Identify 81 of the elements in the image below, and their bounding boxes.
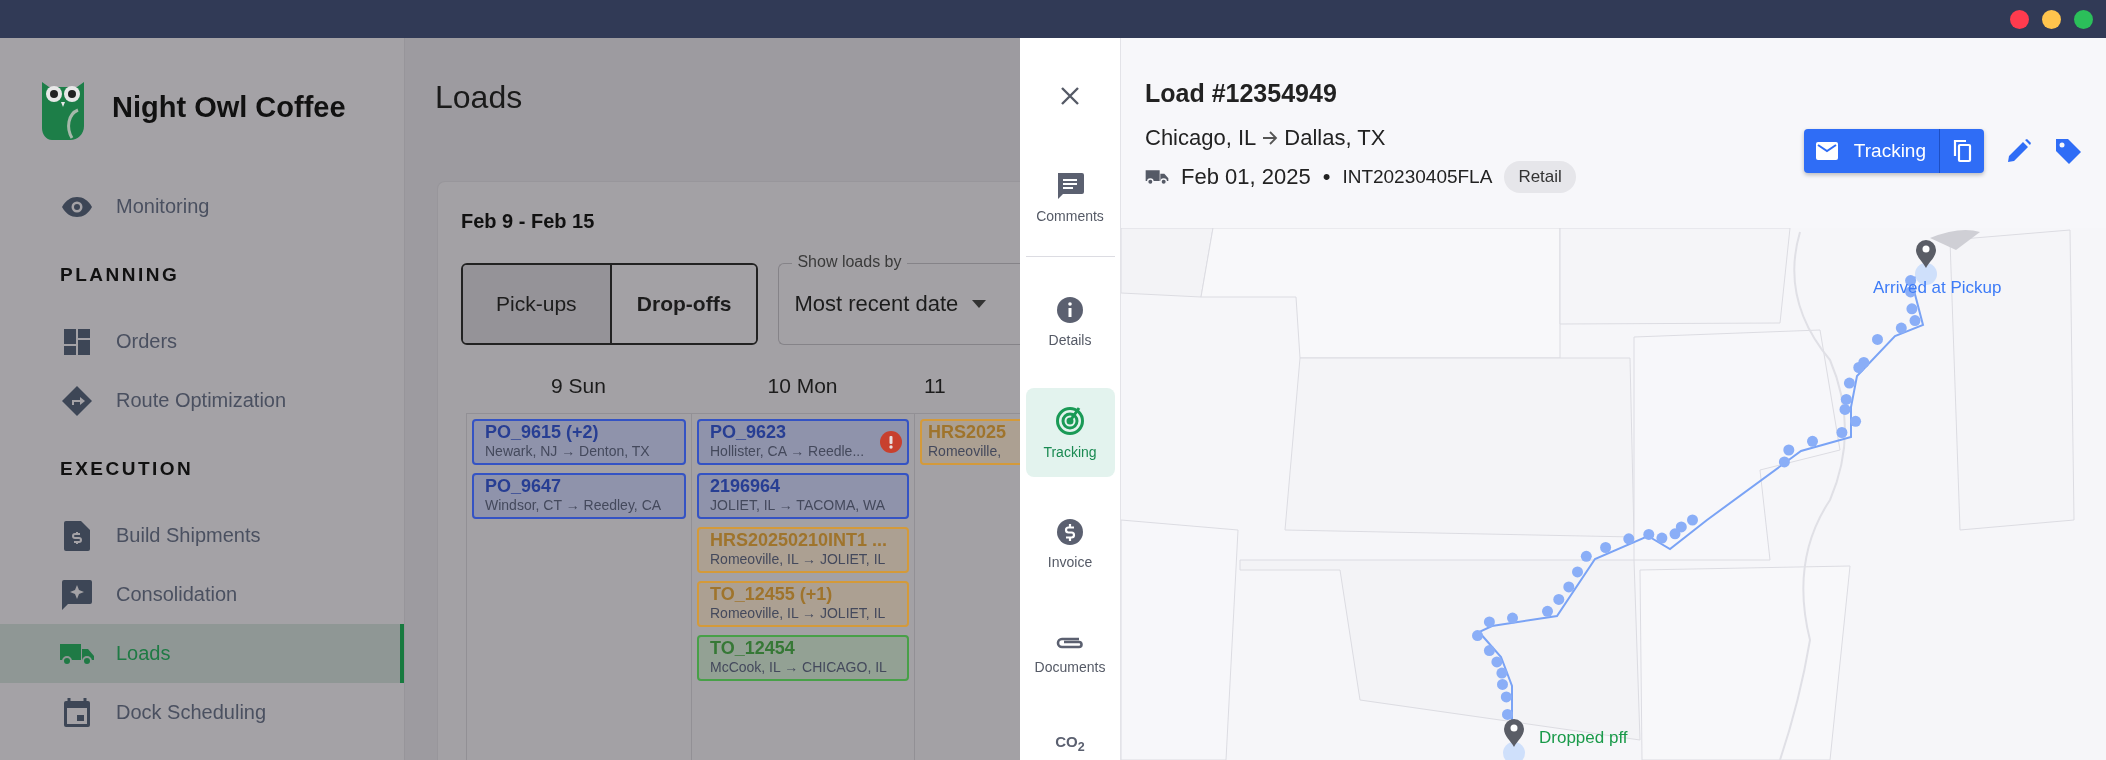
load-id: 2196964 bbox=[710, 476, 782, 497]
brand-name: Night Owl Coffee bbox=[112, 91, 346, 124]
load-id: PO_9615 (+2) bbox=[485, 422, 600, 443]
dashboard-icon bbox=[63, 327, 91, 356]
load-card[interactable]: PO_9615 (+2) Newark, NJ → Denton, TX bbox=[472, 419, 686, 465]
dollar-icon bbox=[1056, 517, 1084, 546]
nav-link[interactable]: Consolidation bbox=[116, 583, 238, 606]
day-header: 11 bbox=[923, 374, 947, 398]
rail-tab[interactable]: Comments bbox=[1025, 153, 1115, 242]
truck-icon bbox=[1145, 169, 1169, 185]
select-value: Most recent date bbox=[794, 291, 959, 317]
load-route: Romeoville, IL → JOLIET, IL bbox=[710, 551, 887, 568]
mail-icon bbox=[1815, 142, 1838, 160]
load-route: Newark, NJ → Denton, TX bbox=[485, 443, 651, 460]
load-card[interactable]: HRS2025 Romeoville, bbox=[920, 419, 1020, 465]
load-id: TO_12455 (+1) bbox=[710, 584, 834, 605]
tracking-button[interactable]: Tracking bbox=[1803, 129, 1940, 173]
date-range: Feb 9 - Feb 15 bbox=[461, 210, 596, 233]
nav-link[interactable]: Dock Scheduling bbox=[116, 701, 267, 724]
tag-icon bbox=[2054, 137, 2082, 165]
separator-dot: • bbox=[1322, 164, 1331, 190]
destination: Dallas, TX bbox=[1284, 125, 1386, 151]
pencil-icon bbox=[2006, 138, 2032, 164]
tag-chip: Retail bbox=[1504, 161, 1576, 193]
page-title: Loads bbox=[435, 78, 524, 116]
load-card[interactable]: HRS20250210INT1 ... Romeoville, IL → JOLIET, IL bbox=[697, 527, 909, 573]
comment-icon bbox=[1056, 171, 1084, 200]
section-heading: PLANNING bbox=[59, 263, 181, 287]
load-card[interactable]: 2196964 JOLIET, IL → TACOMA, WA bbox=[697, 473, 909, 519]
copy-icon bbox=[1952, 139, 1972, 163]
info-icon bbox=[1056, 295, 1084, 324]
load-route: Romeoville, bbox=[928, 443, 1003, 460]
load-title: Load #12354949 bbox=[1145, 78, 1338, 109]
day-header: 9 Sun bbox=[550, 374, 607, 398]
load-route: Windsor, CT → Reedley, CA bbox=[485, 497, 663, 514]
arrow-icon bbox=[1262, 131, 1279, 145]
rail-tab[interactable]: Details bbox=[1025, 277, 1115, 366]
origin: Chicago, IL bbox=[1145, 125, 1257, 151]
load-card[interactable]: PO_9623 Hollister, CA → Reedle... bbox=[697, 419, 909, 465]
tracking-icon bbox=[1055, 405, 1085, 436]
load-route: JOLIET, IL → TACOMA, WA bbox=[710, 497, 887, 514]
reference-number: INT20230405FLA bbox=[1342, 166, 1493, 188]
window-control-button[interactable] bbox=[2042, 9, 2061, 29]
toggle-button[interactable]: Drop-offs bbox=[609, 265, 757, 343]
load-id: PO_9623 bbox=[710, 422, 788, 443]
select-label: Show loads by bbox=[792, 252, 907, 272]
invoice-icon bbox=[64, 520, 90, 551]
load-id: PO_9647 bbox=[485, 476, 563, 497]
window-control-button[interactable] bbox=[2010, 9, 2029, 29]
tag-button[interactable] bbox=[2054, 137, 2082, 165]
edit-button[interactable] bbox=[2006, 138, 2032, 164]
nav-link[interactable]: Monitoring bbox=[116, 195, 210, 218]
load-route: Hollister, CA → Reedle... bbox=[710, 443, 866, 460]
section-heading: EXECUTION bbox=[59, 457, 195, 481]
marker-label: Dropped pff bbox=[1539, 728, 1628, 748]
load-route: McCook, IL → CHICAGO, IL bbox=[710, 659, 888, 676]
nav-link[interactable]: Route Optimization bbox=[116, 389, 287, 412]
caret-icon bbox=[972, 300, 987, 308]
rail-tab[interactable]: Invoice bbox=[1025, 499, 1115, 588]
window-control-button[interactable] bbox=[2074, 9, 2093, 29]
load-card[interactable]: PO_9647 Windsor, CT → Reedley, CA bbox=[472, 473, 686, 519]
directions-icon bbox=[62, 385, 92, 416]
rail-tab[interactable]: Documents bbox=[1025, 610, 1115, 699]
co2-icon[interactable]: CO$_{2}$ bbox=[1055, 733, 1085, 754]
chat-sparkle-icon bbox=[62, 579, 92, 610]
nav-link[interactable]: Build Shipments bbox=[116, 524, 261, 547]
rail-tab[interactable]: Tracking bbox=[1025, 388, 1115, 477]
load-id: TO_12454 bbox=[710, 638, 796, 659]
toggle-button[interactable]: Pick-ups bbox=[463, 265, 610, 343]
load-route: Romeoville, IL → JOLIET, IL bbox=[710, 605, 887, 622]
nav-link[interactable]: Orders bbox=[116, 330, 178, 353]
calendar-icon bbox=[63, 697, 91, 728]
pickup-date: Feb 01, 2025 bbox=[1181, 164, 1311, 190]
load-id: HRS2025 bbox=[928, 422, 1008, 443]
day-header: 10 Mon bbox=[766, 374, 839, 398]
truck-icon bbox=[60, 641, 94, 666]
load-id: HRS20250210INT1 ... bbox=[710, 530, 889, 551]
load-card[interactable]: TO_12455 (+1) Romeoville, IL → JOLIET, IL bbox=[697, 581, 909, 627]
close-icon bbox=[1060, 86, 1080, 106]
load-card[interactable]: TO_12454 McCook, IL → CHICAGO, IL bbox=[697, 635, 909, 681]
eye-icon bbox=[61, 196, 93, 217]
